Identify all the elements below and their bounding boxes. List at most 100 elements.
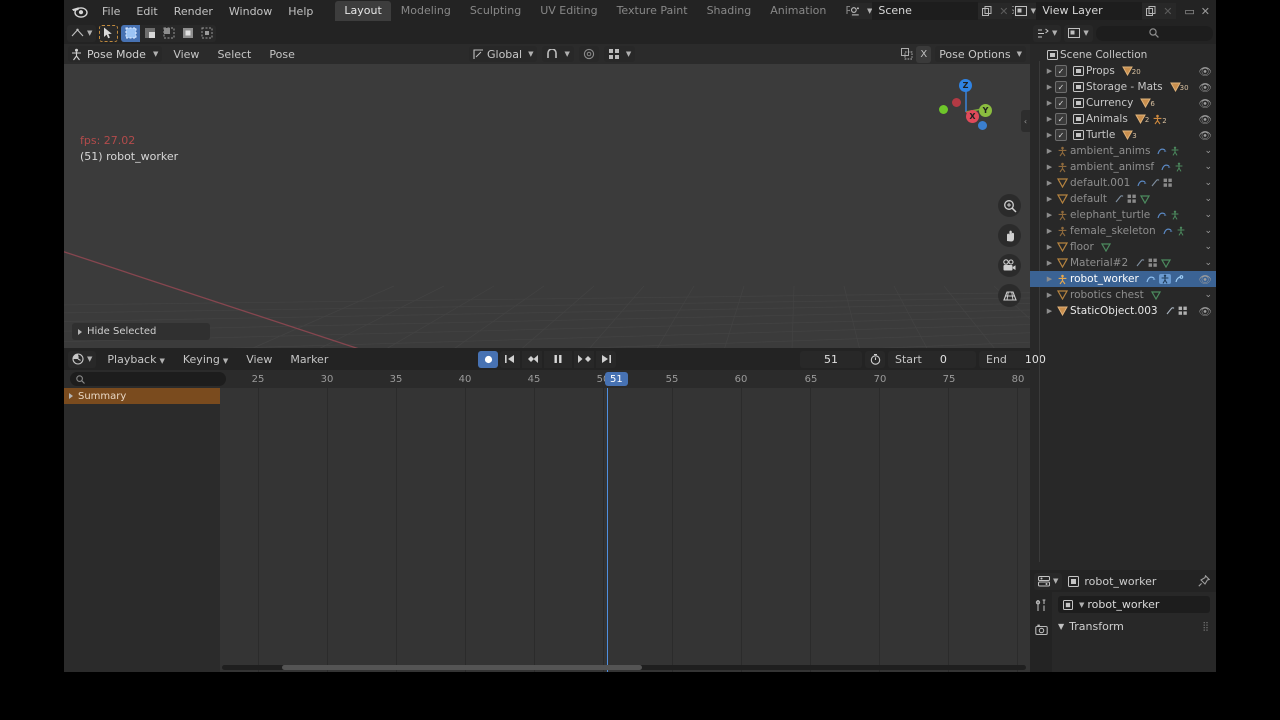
outliner-row-props[interactable]: ▶ ✓ Props 20 👁: [1030, 63, 1216, 79]
visibility-eye-icon[interactable]: 👁: [1199, 113, 1212, 126]
menu-edit[interactable]: Edit: [128, 3, 165, 20]
outliner-row-default[interactable]: ▶ default ⌄: [1030, 191, 1216, 207]
animation-icon[interactable]: [1137, 178, 1147, 188]
dope-sheet-body[interactable]: Summary: [64, 388, 1030, 672]
menu-file[interactable]: File: [94, 3, 128, 20]
disclosure-icon[interactable]: ▶: [1044, 195, 1055, 203]
animation-icon[interactable]: [1161, 162, 1171, 172]
outliner-row-ambient-animsf[interactable]: ▶ ambient_animsf ⌄: [1030, 159, 1216, 175]
view-layer-icon[interactable]: ▼: [1014, 6, 1036, 16]
visibility-eye-icon[interactable]: 👁: [1199, 305, 1212, 318]
properties-icon[interactable]: ▼: [1034, 572, 1063, 590]
new-view-layer-button[interactable]: [1142, 3, 1160, 19]
outliner-row-animals[interactable]: ▶ ✓ Animals 2 2 👁: [1030, 111, 1216, 127]
mesh-data-icon[interactable]: 30: [1169, 82, 1189, 92]
material-icon[interactable]: [1163, 178, 1173, 188]
tab-layout[interactable]: Layout: [335, 1, 391, 21]
disclosure-icon[interactable]: ▶: [1044, 291, 1055, 299]
channel-summary[interactable]: Summary: [64, 388, 220, 404]
mesh-data-icon[interactable]: [1150, 290, 1161, 300]
viewport-menu-select[interactable]: Select: [210, 46, 258, 63]
pose-icon[interactable]: [1176, 226, 1186, 236]
expand-sidebar-button[interactable]: ‹: [1021, 110, 1030, 132]
camera-icon[interactable]: [998, 254, 1021, 277]
outliner-row-default-001[interactable]: ▶ default.001 ⌄: [1030, 175, 1216, 191]
view-layer-name[interactable]: View Layer: [1036, 2, 1143, 20]
menu-render[interactable]: Render: [166, 3, 221, 20]
mesh-data-icon[interactable]: 3: [1122, 130, 1137, 140]
modifier-icon[interactable]: [1165, 306, 1175, 316]
disclosure-icon[interactable]: ▶: [1044, 243, 1055, 251]
modifier-icon[interactable]: [1135, 258, 1145, 268]
disclosure-icon[interactable]: ▶: [1044, 275, 1055, 283]
disclosure-icon[interactable]: ▶: [1044, 259, 1055, 267]
hide-selected-panel[interactable]: Hide Selected: [72, 323, 210, 340]
timeline-menu-view[interactable]: View: [239, 351, 279, 368]
modifier-icon[interactable]: [1114, 194, 1124, 204]
snap-toggle[interactable]: ▼: [542, 46, 574, 62]
outliner-filter-icon[interactable]: ▼: [1064, 24, 1093, 42]
transform-orientation-selector[interactable]: Global ▼: [469, 46, 538, 62]
collection-checkbox[interactable]: ✓: [1055, 81, 1067, 93]
record-icon[interactable]: [478, 350, 498, 368]
outliner-row-robotics-chest[interactable]: ▶ robotics chest ⌄: [1030, 287, 1216, 303]
playhead[interactable]: [607, 388, 608, 672]
new-scene-button[interactable]: [978, 3, 996, 19]
pose-icon[interactable]: [1158, 274, 1171, 284]
material-icon[interactable]: [1148, 258, 1158, 268]
timeline-menu-marker[interactable]: Marker: [283, 351, 335, 368]
chevron-down-icon[interactable]: ⌄: [1204, 242, 1212, 252]
visibility-eye-icon[interactable]: 👁: [1199, 81, 1212, 94]
gizmo-axis-y[interactable]: Y: [979, 104, 992, 117]
viewport-menu-pose[interactable]: Pose: [262, 46, 301, 63]
prev-keyframe-icon[interactable]: [522, 350, 542, 368]
animation-icon[interactable]: [1157, 210, 1167, 220]
disclosure-icon[interactable]: ▶: [1044, 131, 1055, 139]
disclosure-icon[interactable]: ▶: [1044, 163, 1055, 171]
pin-icon[interactable]: [1198, 575, 1210, 587]
next-keyframe-icon[interactable]: [574, 350, 594, 368]
view-layer-selector[interactable]: ▼ View Layer ✕: [1014, 2, 1177, 20]
scene-selector[interactable]: ▼ Scene ✕: [850, 2, 1013, 20]
tab-uv-editing[interactable]: UV Editing: [531, 1, 606, 21]
blender-logo-icon[interactable]: [70, 3, 88, 19]
outliner-row-material-2[interactable]: ▶ Material#2 ⌄: [1030, 255, 1216, 271]
outliner-row-turtle[interactable]: ▶ ✓ Turtle 3 👁: [1030, 127, 1216, 143]
cursor-select-icon[interactable]: [99, 24, 119, 42]
outliner-icon[interactable]: ▼: [1033, 24, 1062, 42]
disclosure-icon[interactable]: ▶: [1044, 307, 1055, 315]
tab-animation[interactable]: Animation: [761, 1, 835, 21]
gizmo-axis-neg-z[interactable]: [978, 121, 987, 130]
gizmo-axis-z[interactable]: Z: [959, 79, 972, 92]
select-invert-icon[interactable]: [178, 25, 197, 42]
pose-icon[interactable]: [1170, 146, 1180, 156]
disclosure-icon[interactable]: ▶: [1044, 211, 1055, 219]
outliner-row-staticobject-003[interactable]: ▶ StaticObject.003 👁: [1030, 303, 1216, 319]
3d-viewport[interactable]: fps: 27.02 (51) robot_worker Hide Select…: [64, 64, 1030, 348]
menu-help[interactable]: Help: [280, 3, 321, 20]
mesh-data-icon[interactable]: [1100, 242, 1111, 252]
animation-icon[interactable]: [1157, 146, 1167, 156]
chevron-down-icon[interactable]: ▼: [1079, 601, 1084, 609]
collection-checkbox[interactable]: ✓: [1055, 129, 1067, 141]
timeline-scrollbar[interactable]: [222, 665, 1026, 670]
outliner-row-ambient-anims[interactable]: ▶ ambient_anims ⌄: [1030, 143, 1216, 159]
animation-icon[interactable]: [1146, 274, 1156, 284]
outliner-row-robot-worker[interactable]: ▶ robot_worker 👁: [1030, 271, 1216, 287]
keyframe-area[interactable]: [220, 388, 1030, 672]
disclosure-icon[interactable]: ▶: [1044, 115, 1055, 123]
material-icon[interactable]: [1127, 194, 1137, 204]
visibility-eye-icon[interactable]: 👁: [1199, 273, 1212, 286]
disclosure-icon[interactable]: ▶: [1044, 147, 1055, 155]
zoom-icon[interactable]: [998, 194, 1021, 217]
collection-checkbox[interactable]: ✓: [1055, 97, 1067, 109]
tool-icon[interactable]: [1032, 596, 1050, 614]
gizmo-axis-neg-x[interactable]: [952, 98, 961, 107]
outliner-row-floor[interactable]: ▶ floor ⌄: [1030, 239, 1216, 255]
mesh-data-icon[interactable]: 20: [1121, 66, 1141, 76]
outliner-row-female-skeleton[interactable]: ▶ female_skeleton ⌄: [1030, 223, 1216, 239]
chevron-down-icon[interactable]: ⌄: [1204, 194, 1212, 204]
grid-ortho-icon[interactable]: [998, 284, 1021, 307]
xray-toggle[interactable]: X: [916, 45, 932, 63]
collection-checkbox[interactable]: ✓: [1055, 65, 1067, 77]
